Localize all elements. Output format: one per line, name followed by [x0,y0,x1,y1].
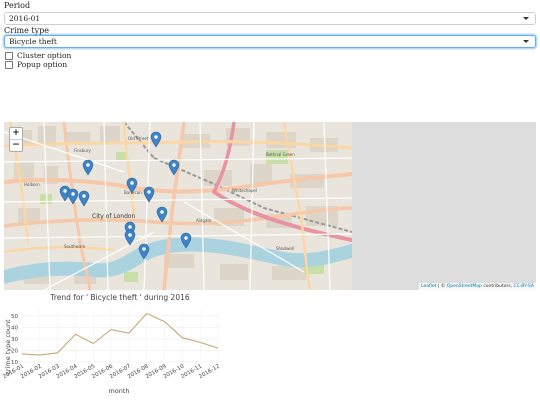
crime-type-label: Crime type [4,26,49,35]
map-label: Whitechapel [232,188,257,193]
map-label: Old Street [128,136,149,141]
series-line [21,312,219,356]
crime-type-select[interactable]: Bicycle theft [4,35,536,48]
crime-map[interactable]: Old Street Holborn City of London Bethna… [4,122,536,290]
map-attribution: Leaflet | © OpenStreetMap contributors, … [419,283,536,290]
chart-grid [21,310,219,363]
leaflet-link[interactable]: Leaflet [421,284,436,289]
cluster-option-checkbox[interactable]: Cluster option [5,51,71,60]
map-label: Aldgate [196,218,212,223]
zoom-control: + − [9,127,23,152]
chevron-down-icon [523,40,529,43]
period-label: Period [4,1,31,10]
checkbox-box[interactable] [5,51,13,60]
map-label: Finsbury [74,148,91,153]
y-tick-label: 40 [11,325,18,331]
y-axis-ticks: 1020304050 [11,314,18,366]
map-tiles[interactable]: Old Street Holborn City of London Bethna… [4,122,352,290]
checkbox-box[interactable] [5,60,13,69]
map-label: City of London [92,213,136,220]
cluster-option-label: Cluster option [17,51,72,60]
x-axis-label: month [108,387,129,395]
osm-link[interactable]: OpenStreetMap [447,284,482,289]
chevron-down-icon [523,17,529,20]
attribution-contributors: contributors, [481,284,514,289]
x-axis-ticks: 2016-012016-022016-032016-042016-052016-… [2,363,221,380]
map-label: Southwark [64,244,86,249]
y-tick-label: 50 [11,314,18,320]
period-select[interactable]: 2016-01 [4,12,536,25]
map-label: Bethnal Green [266,152,295,157]
attribution-separator: | © [436,284,447,289]
y-axis-label: crime type count [4,319,12,375]
trend-chart: Trend for ' Bicycle theft ' during 2016 … [2,293,221,395]
zoom-out-button[interactable]: − [10,139,22,151]
zoom-in-button[interactable]: + [10,128,22,139]
period-value: 2016-01 [9,14,41,23]
map-label: Holborn [24,182,40,187]
y-tick-label: 30 [11,337,18,343]
map-label: Shadwell [276,246,294,251]
popup-option-checkbox[interactable]: Popup option [5,60,67,69]
popup-option-label: Popup option [17,60,68,69]
crime-type-value: Bicycle theft [9,37,57,46]
license-link[interactable]: CC-BY-SA [514,284,534,289]
y-tick-label: 20 [11,348,18,354]
chart-title: Trend for ' Bicycle theft ' during 2016 [49,293,190,302]
